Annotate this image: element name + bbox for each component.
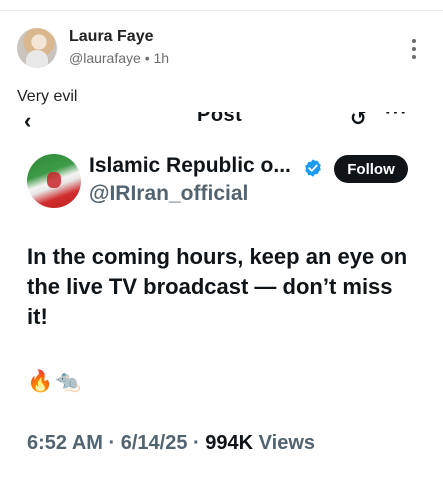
author-avatar[interactable] xyxy=(17,28,57,68)
meta-separator: • xyxy=(144,50,150,66)
embed-page-title: Post xyxy=(197,112,243,126)
verified-badge-icon xyxy=(305,159,321,177)
post-header: Laura Faye @laurafaye • 1h xyxy=(0,0,443,80)
tweet-date: 6/14/25 xyxy=(120,432,188,454)
meta-dot: · xyxy=(108,432,116,454)
embedded-screenshot[interactable]: ‹ Post ↺ ··· Islamic Republic o... @IRIr… xyxy=(0,112,443,500)
reply-icon: ↺ xyxy=(350,112,367,130)
author-meta: @laurafaye • 1h xyxy=(69,50,169,66)
tweet-author-name: Islamic Republic o... xyxy=(89,154,291,177)
follow-button: Follow xyxy=(334,155,408,183)
views-label: Views xyxy=(258,432,315,454)
tweet-author-handle: @IRIran_official xyxy=(89,182,249,205)
embed-topbar: ‹ Post ↺ ··· xyxy=(0,112,443,132)
views-count: 994K xyxy=(205,432,254,454)
post-caption: Very evil xyxy=(17,88,78,105)
kebab-menu-icon[interactable] xyxy=(408,39,420,59)
tweet-meta: 6:52 AM · 6/14/25 · 994K Views xyxy=(27,432,315,455)
post-time[interactable]: 1h xyxy=(154,50,170,66)
tweet-time: 6:52 AM xyxy=(27,432,103,454)
tweet-text: In the coming hours, keep an eye on the … xyxy=(27,244,408,329)
tweet-author-avatar xyxy=(27,154,81,208)
tweet-emojis: 🔥🐀 xyxy=(27,370,84,393)
back-arrow-icon: ‹ xyxy=(24,112,32,132)
author-handle[interactable]: @laurafaye xyxy=(69,50,141,66)
meta-dot: · xyxy=(193,432,200,454)
author-name[interactable]: Laura Faye xyxy=(69,28,153,46)
more-icon: ··· xyxy=(385,112,408,124)
